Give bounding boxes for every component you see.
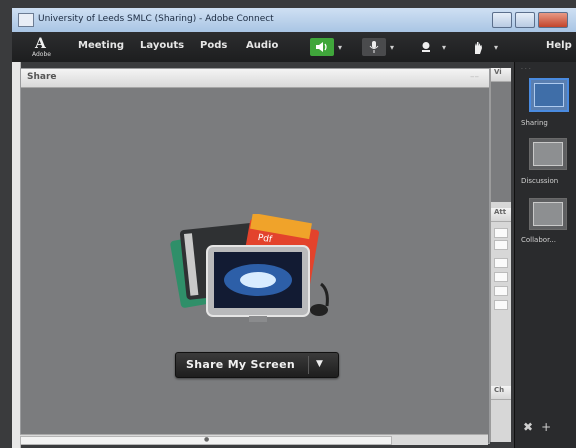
add-layout-icon[interactable]: + <box>541 420 551 434</box>
microphone-control[interactable]: ▾ <box>362 37 394 57</box>
share-pod-header: Share –– <box>21 69 489 88</box>
panel-grip-icon[interactable]: ··· <box>521 66 533 73</box>
delete-layout-icon[interactable]: ✖ <box>523 420 533 434</box>
adobe-logo: A Adobe <box>32 36 52 58</box>
maximize-button[interactable] <box>515 12 535 28</box>
attendee-row[interactable] <box>494 258 508 268</box>
chevron-down-icon[interactable]: ▾ <box>338 43 342 52</box>
app-window-icon <box>18 13 34 27</box>
attendee-row[interactable] <box>494 228 508 238</box>
layouts-panel: ··· Sharing Discussion Collabor... ✖ + <box>514 62 576 448</box>
share-pod-title: Share <box>27 72 57 82</box>
attendee-row[interactable] <box>494 240 508 250</box>
webcam-icon[interactable] <box>414 38 438 56</box>
layout-preview <box>534 83 564 107</box>
button-divider <box>308 356 309 374</box>
logo-letter: A <box>35 36 46 52</box>
share-my-screen-label: Share My Screen <box>186 358 295 371</box>
chevron-down-icon[interactable]: ▾ <box>442 43 446 52</box>
raise-hand-icon[interactable] <box>466 38 490 56</box>
microphone-icon[interactable] <box>362 38 386 56</box>
layout-thumb-discussion[interactable] <box>529 138 567 170</box>
layout-thumb-collaboration[interactable] <box>529 198 567 230</box>
layout-label-sharing[interactable]: Sharing <box>521 119 548 127</box>
speaker-control[interactable]: ▾ <box>310 37 342 57</box>
webcam-control[interactable]: ▾ <box>414 37 446 57</box>
layout-label-discussion[interactable]: Discussion <box>521 177 558 185</box>
horizontal-scrollbar[interactable]: ● <box>20 434 488 445</box>
window-titlebar: University of Leeds SMLC (Sharing) - Ado… <box>12 8 576 33</box>
attendee-row[interactable] <box>494 300 508 310</box>
scroll-grip-icon: ● <box>204 436 210 443</box>
layout-thumb-sharing[interactable] <box>529 78 569 112</box>
side-pods-strip: Vi Att Ch <box>490 68 511 442</box>
video-pod-body <box>491 82 511 202</box>
menu-meeting[interactable]: Meeting <box>78 40 124 51</box>
layout-preview <box>533 142 563 166</box>
attendees-pod-header: Att <box>491 208 511 222</box>
window-controls <box>492 12 568 28</box>
menu-layouts[interactable]: Layouts <box>140 40 184 51</box>
pod-options-icon[interactable]: –– <box>470 72 479 82</box>
chevron-down-icon[interactable]: ▾ <box>494 43 498 52</box>
attendee-row[interactable] <box>494 272 508 282</box>
share-screen-illustration: Pdf <box>170 214 329 322</box>
layout-panel-buttons: ✖ + <box>523 420 551 434</box>
layout-preview <box>533 202 563 226</box>
logo-text: Adobe <box>32 51 51 58</box>
share-my-screen-button[interactable]: Share My Screen ▼ <box>175 352 339 378</box>
menu-help[interactable]: Help <box>546 40 572 51</box>
menu-pods[interactable]: Pods <box>200 40 227 51</box>
video-pod-header: Vi <box>491 68 511 82</box>
share-pod: Share –– Pdf Share My Screen ▼ <box>20 68 490 444</box>
attendee-row[interactable] <box>494 286 508 296</box>
menu-bar: A Adobe Meeting Layouts Pods Audio ▾ ▾ ▾… <box>12 32 576 62</box>
raise-hand-control[interactable]: ▾ <box>466 37 498 57</box>
window-title: University of Leeds SMLC (Sharing) - Ado… <box>38 14 274 24</box>
close-window-button[interactable] <box>538 12 568 28</box>
menu-audio[interactable]: Audio <box>246 40 278 51</box>
chevron-down-icon[interactable]: ▼ <box>316 359 323 369</box>
speaker-icon[interactable] <box>310 38 334 56</box>
layout-label-collaboration[interactable]: Collabor... <box>521 236 556 244</box>
minimize-button[interactable] <box>492 12 512 28</box>
chevron-down-icon[interactable]: ▾ <box>390 43 394 52</box>
chat-pod-header: Ch <box>491 386 511 400</box>
